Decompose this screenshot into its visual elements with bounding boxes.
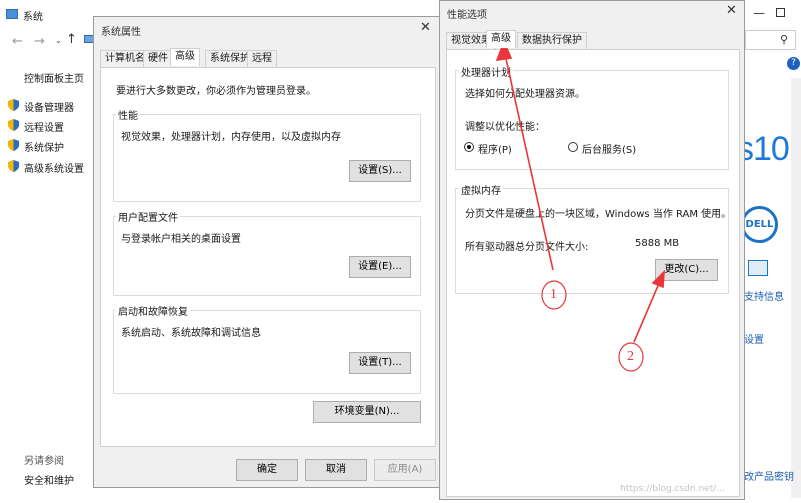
annotation-label-1: 1 (550, 287, 557, 302)
tab-advanced[interactable]: 高级 (170, 48, 200, 66)
annotation-label-2: 2 (627, 349, 634, 364)
watermark: https://blog.csdn.net/... (620, 484, 725, 494)
tab-advanced[interactable]: 高级 (486, 30, 516, 48)
arrow-1 (495, 39, 554, 271)
annotation-overlay (495, 39, 665, 372)
arrow-2 (633, 269, 665, 343)
